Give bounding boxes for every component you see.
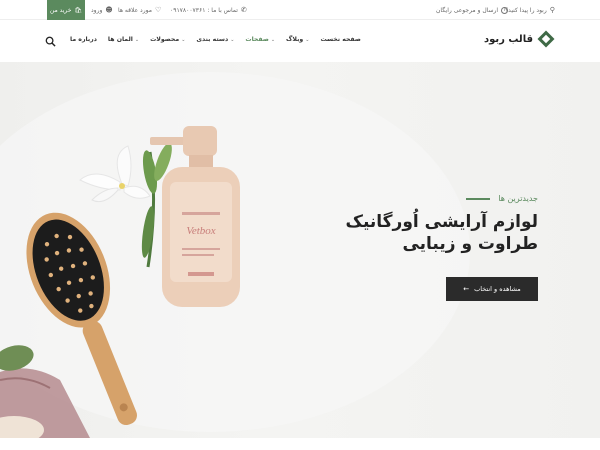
wishlist-label: مورد علاقه ها	[118, 6, 152, 14]
search-icon[interactable]	[45, 36, 56, 47]
chevron-down-icon: ⌄	[270, 36, 276, 43]
cart-button[interactable]: خرید من 🛍	[47, 0, 85, 20]
shipping-info: ارسال و مرجوعی رایگان i	[436, 5, 509, 15]
nav-item-label: محصولات	[150, 36, 180, 43]
hero-text-block: جدیدترین ها لوازم آرایشی اُورگانیک طراوت…	[346, 194, 538, 255]
nav-item-label: درباره ما	[70, 36, 97, 43]
chevron-down-icon: ⌄	[305, 36, 310, 43]
hero-cta-label: مشاهده و انتخاب	[474, 285, 521, 293]
logo-text: قالب ربود	[483, 33, 533, 45]
hero-cta-button[interactable]: ← مشاهده و انتخاب	[446, 277, 538, 301]
hero-kicker-text: جدیدترین ها	[498, 194, 538, 203]
nav-item-label: دسته بندی	[196, 36, 229, 43]
phone-icon: ✆	[240, 6, 247, 14]
logo-mark-icon	[537, 30, 555, 48]
nav-item-label: صفحات	[245, 36, 269, 43]
arrow-left-icon: ←	[463, 285, 470, 293]
nav-item-label: المان ها	[107, 36, 133, 43]
phone-label: تماس با ما : ۰۹۱۷۸۰۰۷۳۶۱	[170, 6, 238, 14]
wishlist-link[interactable]: مورد علاقه ها ♡	[118, 5, 161, 15]
nav-item-label: وبلاگ	[286, 36, 304, 43]
phone-info[interactable]: تماس با ما : ۰۹۱۷۸۰۰۷۳۶۱ ✆	[170, 5, 247, 15]
hero-headline-line1: لوازم آرایشی اُورگانیک	[345, 212, 538, 232]
hero-headline: لوازم آرایشی اُورگانیک طراوت و زیبایی	[346, 211, 538, 255]
hero-headline-line2: طراوت و زیبایی	[402, 234, 538, 254]
chevron-down-icon: ⌄	[181, 36, 186, 43]
cart-label: خرید من	[49, 6, 72, 14]
find-store-link[interactable]: ربود را پیدا کنید؟ ⚲	[505, 5, 555, 15]
svg-text:Vetbox: Vetbox	[186, 225, 215, 237]
site-logo[interactable]: قالب ربود	[483, 30, 555, 48]
chevron-down-icon: ⌄	[230, 36, 235, 43]
nav-item-elements[interactable]: المان ها ⌄	[108, 36, 139, 43]
shopping-bag-icon: 🛍	[74, 6, 83, 14]
hero-banner: Vetbox جدیدترین ها لوازم آرایشی اُورگانی…	[0, 62, 600, 438]
main-nav: صفحه نخست وبلاگ ⌄ صفحات ⌄ دسته بندی ⌄ مح…	[70, 36, 361, 43]
chevron-down-icon: ⌄	[134, 36, 140, 43]
main-header: صفحه نخست وبلاگ ⌄ صفحات ⌄ دسته بندی ⌄ مح…	[0, 20, 600, 62]
nav-item-products[interactable]: محصولات ⌄	[150, 36, 185, 43]
login-label: ورود	[91, 6, 103, 14]
nav-item-home[interactable]: صفحه نخست	[320, 36, 360, 43]
nav-item-categories[interactable]: دسته بندی ⌄	[196, 36, 234, 43]
hero-kicker: جدیدترین ها	[346, 194, 538, 203]
nav-item-label: صفحه نخست	[320, 36, 361, 43]
nav-item-pages[interactable]: صفحات ⌄	[245, 36, 275, 43]
login-link[interactable]: ورود ☻	[91, 5, 113, 15]
find-store-label: ربود را پیدا کنید؟	[505, 6, 547, 14]
hero-kicker-line	[466, 197, 491, 200]
shipping-label: ارسال و مرجوعی رایگان	[436, 6, 499, 14]
nav-item-blog[interactable]: وبلاگ ⌄	[286, 36, 309, 43]
heart-icon: ♡	[154, 6, 162, 14]
location-pin-icon: ⚲	[549, 6, 555, 14]
nav-item-about[interactable]: درباره ما	[70, 36, 97, 43]
top-bar: خرید من 🛍 ورود ☻ مورد علاقه ها ♡ تماس با…	[0, 0, 600, 20]
user-icon: ☻	[105, 6, 113, 14]
page-bottom-strip	[0, 438, 600, 450]
